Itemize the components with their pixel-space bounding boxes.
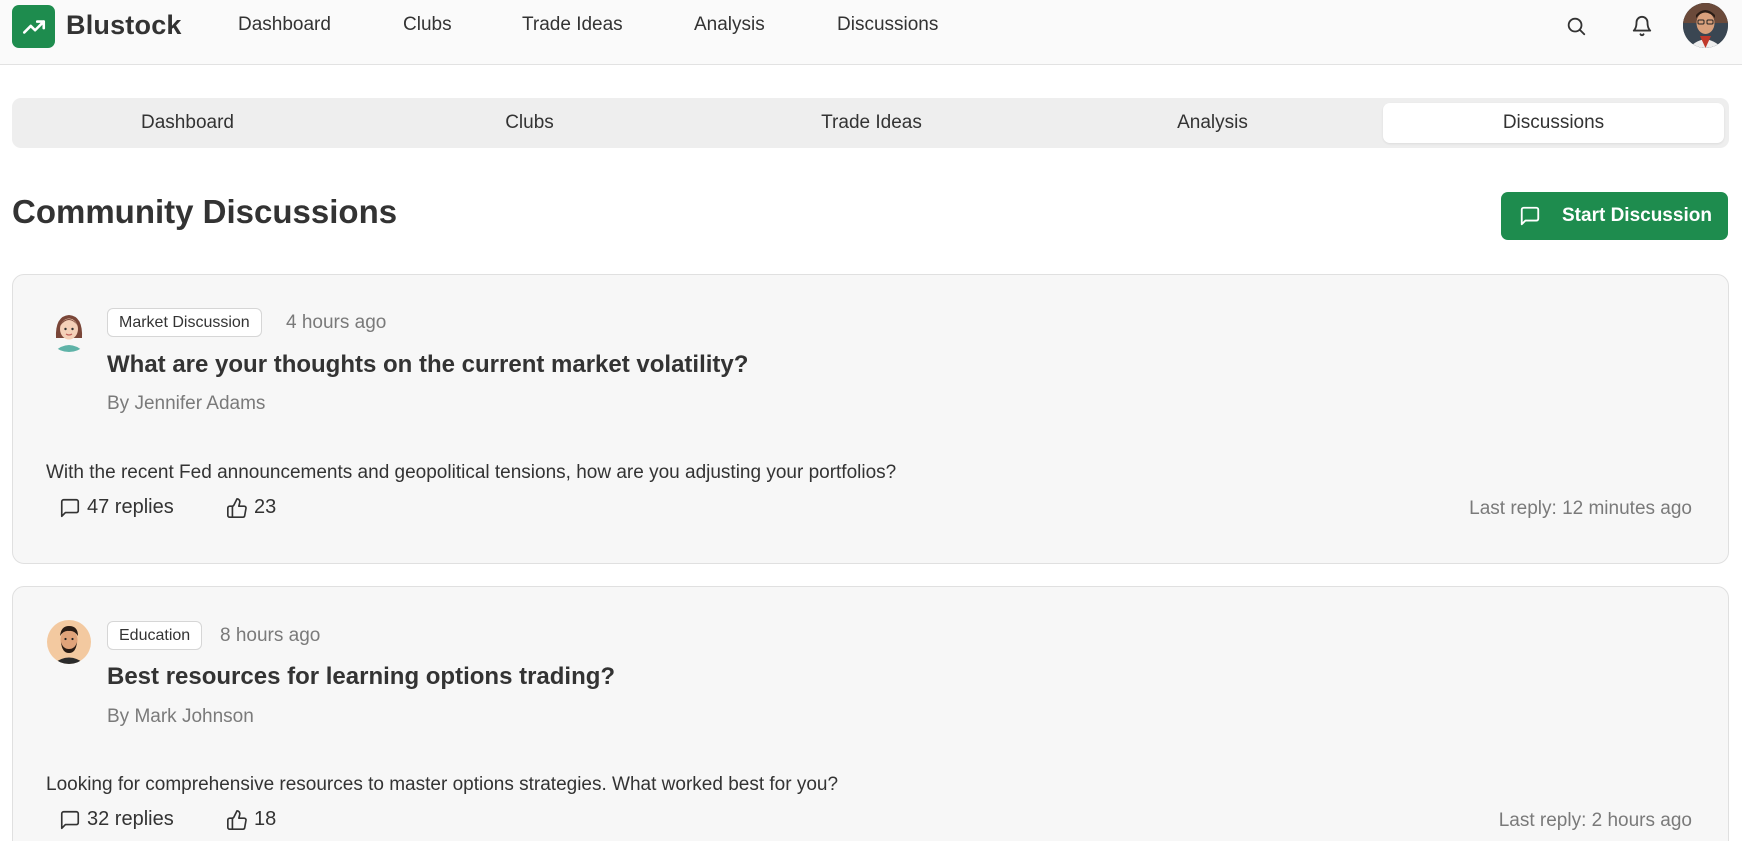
- tab-analysis[interactable]: Analysis: [1042, 103, 1383, 143]
- tab-clubs[interactable]: Clubs: [359, 103, 700, 143]
- bell-icon[interactable]: [1629, 13, 1655, 39]
- last-reply: Last reply: 12 minutes ago: [1469, 498, 1692, 519]
- section-tabs: Dashboard Clubs Trade Ideas Analysis Dis…: [12, 98, 1729, 148]
- user-avatar[interactable]: [1683, 3, 1728, 48]
- nav-link-clubs[interactable]: Clubs: [403, 14, 452, 36]
- likes-count: 18: [254, 808, 277, 830]
- author-byline: By Mark Johnson: [107, 706, 254, 727]
- last-reply: Last reply: 2 hours ago: [1498, 810, 1692, 831]
- post-time: 4 hours ago: [286, 312, 387, 333]
- discussion-excerpt: With the recent Fed announcements and ge…: [46, 462, 897, 483]
- message-square-icon: [60, 498, 80, 517]
- logo[interactable]: [12, 5, 55, 48]
- category-tag[interactable]: Education: [107, 621, 203, 650]
- category-tag[interactable]: Market Discussion: [107, 308, 262, 337]
- discussion-card[interactable]: Education 8 hours ago Best resources for…: [12, 586, 1729, 841]
- discussion-card[interactable]: Market Discussion 4 hours ago What are y…: [12, 274, 1729, 564]
- nav-link-analysis[interactable]: Analysis: [694, 14, 765, 36]
- nav-link-trade-ideas[interactable]: Trade Ideas: [522, 14, 623, 36]
- author-avatar: [47, 308, 91, 352]
- replies-label: 47 replies: [87, 496, 174, 518]
- brand-name[interactable]: Blustock: [66, 10, 182, 41]
- start-discussion-label: Start Discussion: [1562, 205, 1712, 226]
- tab-trade-ideas[interactable]: Trade Ideas: [701, 103, 1042, 143]
- like-button[interactable]: 18: [226, 808, 276, 831]
- search-icon[interactable]: [1563, 13, 1589, 39]
- discussion-title[interactable]: Best resources for learning options trad…: [107, 663, 615, 691]
- start-discussion-button[interactable]: Start Discussion: [1501, 192, 1728, 240]
- message-square-icon: [1520, 206, 1540, 226]
- tab-dashboard[interactable]: Dashboard: [17, 103, 358, 143]
- trending-up-icon: [22, 19, 45, 34]
- top-navbar: Blustock Dashboard Clubs Trade Ideas Ana…: [0, 0, 1742, 65]
- message-square-icon: [60, 810, 80, 829]
- tab-discussions[interactable]: Discussions: [1383, 103, 1724, 143]
- like-button[interactable]: 23: [226, 496, 276, 519]
- replies-count[interactable]: 32 replies: [59, 808, 174, 831]
- likes-count: 23: [254, 496, 277, 518]
- nav-link-dashboard[interactable]: Dashboard: [238, 14, 331, 36]
- replies-label: 32 replies: [87, 808, 174, 830]
- nav-link-discussions[interactable]: Discussions: [837, 14, 938, 36]
- post-time: 8 hours ago: [220, 625, 321, 646]
- author-avatar: [47, 620, 91, 664]
- discussion-title[interactable]: What are your thoughts on the current ma…: [107, 351, 748, 379]
- thumbs-up-icon: [227, 809, 247, 830]
- discussion-excerpt: Looking for comprehensive resources to m…: [46, 774, 839, 795]
- page-title: Community Discussions: [12, 193, 398, 230]
- thumbs-up-icon: [227, 497, 247, 518]
- author-byline: By Jennifer Adams: [107, 393, 266, 414]
- replies-count[interactable]: 47 replies: [59, 496, 174, 519]
